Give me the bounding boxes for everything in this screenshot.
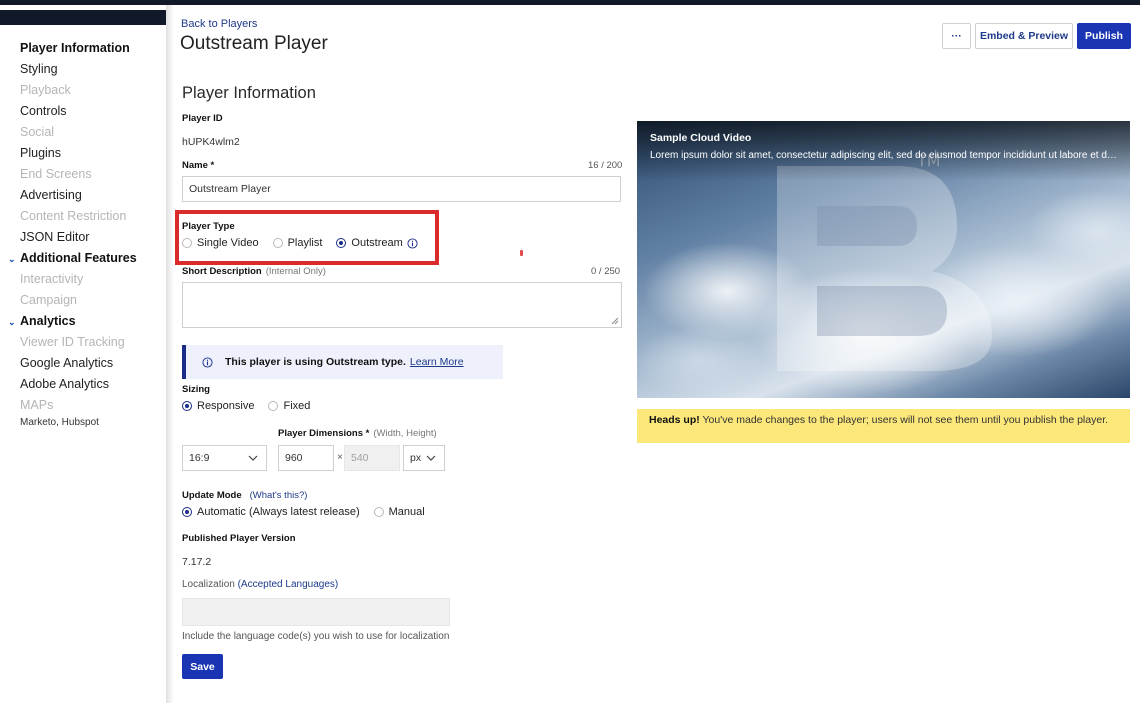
- heads-up-title: Heads up!: [649, 414, 700, 426]
- sidebar-section-label: Analytics: [20, 314, 76, 328]
- localization-label: Localization (Accepted Languages): [182, 579, 339, 590]
- accepted-languages-link[interactable]: (Accepted Languages): [238, 579, 339, 590]
- sidebar-item-social: Social: [20, 125, 55, 139]
- height-value: 540: [351, 452, 369, 464]
- chevron-down-icon: [426, 455, 436, 461]
- sidebar-item-styling[interactable]: Styling: [20, 62, 58, 76]
- fixed-label: Fixed: [283, 400, 311, 412]
- sidebar-item-interactivity: Interactivity: [20, 272, 84, 286]
- radio-manual[interactable]: [373, 507, 384, 517]
- heads-up-text: You've made changes to the player; users…: [702, 414, 1109, 426]
- localization-help-text: Include the language code(s) you wish to…: [182, 631, 450, 642]
- name-input[interactable]: Outstream Player: [182, 176, 621, 202]
- published-version-value: 7.17.2: [182, 556, 212, 568]
- width-input[interactable]: 960: [278, 445, 334, 471]
- width-value: 960: [285, 452, 303, 464]
- sidebar-item-json-editor[interactable]: JSON Editor: [20, 230, 89, 244]
- section-title: Player Information: [182, 84, 316, 102]
- chevron-down-icon: [248, 455, 258, 461]
- aspect-ratio-select[interactable]: 16:9: [182, 445, 267, 471]
- more-options-button[interactable]: ···: [942, 23, 971, 49]
- whats-this-link[interactable]: (What's this?): [250, 490, 308, 501]
- video-description: Lorem ipsum dolor sit amet, consectetur …: [650, 150, 1120, 161]
- sizing-fixed[interactable]: Fixed: [268, 400, 310, 412]
- short-description-label: Short Description (Internal Only): [182, 266, 326, 277]
- embed-preview-button[interactable]: Embed & Preview: [975, 23, 1073, 49]
- sizing-label: Sizing: [182, 384, 210, 395]
- update-mode-manual[interactable]: Manual: [373, 506, 425, 518]
- sidebar-item-end-screens: End Screens: [20, 167, 92, 181]
- sidebar-item-advertising[interactable]: Advertising: [20, 188, 82, 202]
- name-label: Name *: [182, 160, 215, 171]
- player-id-value: hUPK4wlm2: [182, 136, 240, 148]
- sidebar-item-marketo-hubspot: Marketo, Hubspot: [20, 417, 99, 428]
- radio-fixed[interactable]: [268, 401, 279, 411]
- publish-button[interactable]: Publish: [1077, 23, 1131, 49]
- automatic-label: Automatic (Always latest release): [197, 506, 360, 518]
- name-input-value: Outstream Player: [189, 183, 271, 195]
- sizing-responsive[interactable]: Responsive: [182, 400, 254, 412]
- heads-up-warning: Heads up! You've made changes to the pla…: [637, 409, 1130, 443]
- unit-select[interactable]: px: [403, 445, 445, 471]
- page-title: Outstream Player: [180, 33, 328, 54]
- learn-more-link[interactable]: Learn More: [410, 356, 464, 368]
- manual-label: Manual: [388, 506, 425, 518]
- sidebar-item-campaign: Campaign: [20, 293, 77, 307]
- name-char-counter: 16 / 200: [588, 160, 623, 171]
- sidebar-item-playback: Playback: [20, 83, 71, 97]
- info-banner-text: This player is using Outstream type. Lear…: [225, 356, 464, 368]
- chevron-down-icon: ⌄: [8, 254, 16, 264]
- sidebar-item-content-restriction: Content Restriction: [20, 209, 127, 223]
- sidebar-item-google-analytics[interactable]: Google Analytics: [20, 356, 113, 370]
- save-button[interactable]: Save: [182, 654, 223, 679]
- radio-responsive[interactable]: [182, 401, 192, 411]
- responsive-label: Responsive: [197, 400, 255, 412]
- back-to-players-link[interactable]: Back to Players: [181, 18, 257, 30]
- sidebar-item-maps: MAPs: [20, 398, 54, 412]
- sidebar-item-controls[interactable]: Controls: [20, 104, 67, 118]
- height-input: 540: [344, 445, 400, 471]
- update-mode-automatic[interactable]: Automatic (Always latest release): [182, 506, 360, 518]
- sidebar-shadow: [166, 5, 174, 703]
- unit-value: px: [410, 452, 422, 464]
- player-type-highlight: [175, 210, 439, 265]
- update-mode-radio-group: Automatic (Always latest release) Manual: [182, 506, 439, 518]
- localization-input[interactable]: [182, 598, 450, 626]
- sizing-radio-group: Responsive Fixed: [182, 400, 324, 412]
- sidebar: Player Information Styling Playback Control…: [0, 5, 166, 703]
- sidebar-item-plugins[interactable]: Plugins: [20, 146, 61, 160]
- info-icon: [202, 356, 213, 368]
- resize-handle-icon[interactable]: [611, 317, 619, 325]
- video-title: Sample Cloud Video: [650, 132, 752, 144]
- video-preview[interactable]: TM Sample Cloud Video Lorem ipsum dolor …: [637, 121, 1130, 398]
- sidebar-item-player-information[interactable]: Player Information: [20, 41, 130, 55]
- sidebar-section-additional-features[interactable]: ⌄ Additional Features: [8, 251, 137, 265]
- cursor-marker: [520, 250, 523, 256]
- update-mode-label: Update Mode (What's this?): [182, 490, 308, 501]
- short-description-textarea[interactable]: [182, 282, 622, 328]
- sidebar-item-adobe-analytics[interactable]: Adobe Analytics: [20, 377, 109, 391]
- radio-automatic[interactable]: [182, 507, 192, 517]
- player-id-label: Player ID: [182, 113, 223, 124]
- dimension-separator: ×: [337, 452, 343, 463]
- sidebar-section-analytics[interactable]: ⌄ Analytics: [8, 314, 76, 328]
- sidebar-section-label: Additional Features: [20, 251, 137, 265]
- sidebar-top-strip: [0, 10, 166, 25]
- player-dimensions-label: Player Dimensions * (Width, Height): [278, 428, 437, 439]
- sidebar-item-viewer-id-tracking: Viewer ID Tracking: [20, 335, 125, 349]
- outstream-info-banner: This player is using Outstream type. Lear…: [182, 345, 503, 379]
- aspect-ratio-value: 16:9: [189, 452, 210, 464]
- chevron-down-icon: ⌄: [8, 317, 16, 327]
- published-version-label: Published Player Version: [182, 533, 296, 544]
- short-description-counter: 0 / 250: [591, 266, 621, 277]
